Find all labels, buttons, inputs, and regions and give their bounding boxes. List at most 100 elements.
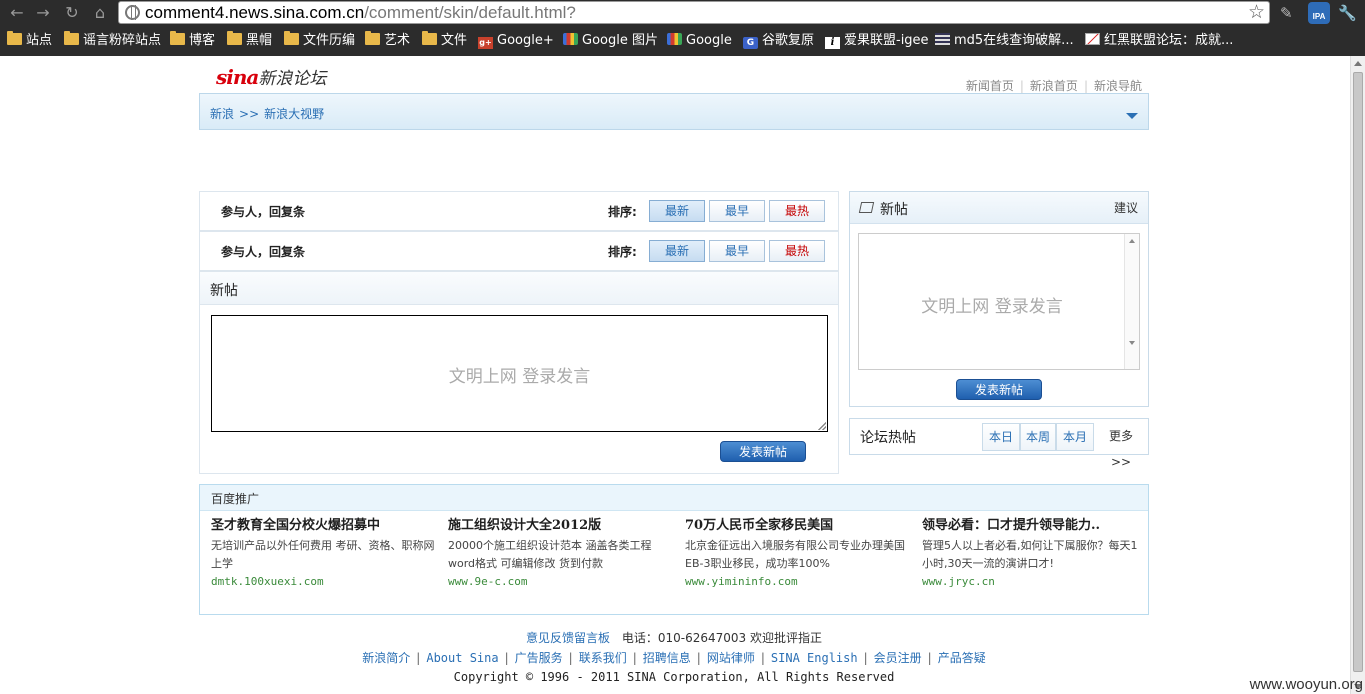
footer-link[interactable]: SINA English — [771, 651, 858, 665]
bookmark-item[interactable]: md5在线查询破解... — [935, 31, 1074, 51]
footer-link[interactable]: 新浪简介 — [362, 651, 410, 665]
watermark-text: www.wooyun.org — [1249, 676, 1363, 693]
wrench-icon[interactable]: 🔧 — [1338, 2, 1357, 24]
bookmark-item[interactable]: G 谷歌复原 — [743, 31, 814, 51]
forward-icon[interactable]: → — [32, 3, 54, 23]
sort-hottest-button[interactable]: 最热 — [769, 200, 825, 222]
browser-toolbar: ← → ↻ ⌂ comment4.news.sina.com.cn/commen… — [0, 0, 1365, 56]
feedback-link[interactable]: 意见反馈留言板 — [526, 631, 610, 645]
extension-pen-icon[interactable]: ✎ — [1280, 2, 1293, 24]
tab-month[interactable]: 本月 — [1056, 423, 1094, 451]
ad-title[interactable]: 70万人民币全家移民美国 — [685, 515, 910, 537]
more-hot-link[interactable]: 更多>> — [1100, 423, 1142, 469]
bookmark-item[interactable]: 文件 — [422, 31, 467, 51]
ad-item[interactable]: 圣才教育全国分校火爆招募中 无培训产品以外任何费用 考研、资格、职称网上学 dm… — [211, 515, 436, 591]
bookmark-item[interactable]: i 爱果联盟-igee — [825, 31, 929, 51]
bookmark-item[interactable]: Google — [667, 31, 732, 51]
logo-forum-text: 新浪论坛 — [258, 69, 327, 89]
scroll-up-icon[interactable] — [1354, 61, 1362, 66]
resize-grip-icon[interactable] — [818, 422, 826, 430]
folder-icon — [7, 31, 22, 45]
sort-newest-button[interactable]: 最新 — [649, 240, 705, 262]
bookmark-item[interactable]: 艺术 — [365, 31, 410, 51]
bookmark-star-icon[interactable]: ☆ — [1248, 2, 1265, 23]
address-bar[interactable]: comment4.news.sina.com.cn/comment/skin/d… — [118, 1, 1270, 24]
side-post-placeholder: 文明上网 登录发言 — [921, 297, 1063, 317]
bookmark-item[interactable]: 文件历编 — [284, 31, 355, 51]
bookmark-item[interactable]: 黑帽 — [227, 31, 272, 51]
side-post-header: 新帖 建议 — [850, 192, 1148, 224]
post-textarea[interactable]: 文明上网 登录发言 — [211, 315, 828, 432]
suggest-link[interactable]: 建议 — [1114, 199, 1138, 216]
side-submit-post-button[interactable]: 发表新帖 — [956, 379, 1042, 400]
side-post-textarea[interactable]: 文明上网 登录发言 — [858, 233, 1140, 370]
footer-link[interactable]: About Sina — [426, 651, 498, 665]
edit-icon — [858, 202, 875, 213]
ad-item[interactable]: 领导必看：口才提升领导能力.. 管理5人以上者必看,如何让下属服你？每天1小时,… — [922, 515, 1147, 591]
ad-url[interactable]: www.jryc.cn — [922, 573, 1147, 591]
sort-hottest-button[interactable]: 最热 — [769, 240, 825, 262]
url-path: /comment/skin/default.html? — [364, 3, 576, 22]
ad-url[interactable]: www.9e-c.com — [448, 573, 673, 591]
submit-post-button[interactable]: 发表新帖 — [720, 441, 806, 462]
ad-title[interactable]: 领导必看：口才提升领导能力.. — [922, 515, 1147, 537]
bookmark-item[interactable]: Google 图片 — [563, 31, 658, 51]
google-icon — [667, 33, 682, 45]
link-sina-home[interactable]: 新浪首页 — [1030, 79, 1078, 93]
home-icon[interactable]: ⌂ — [89, 3, 111, 23]
ipa-extension-icon[interactable]: IPA — [1308, 2, 1330, 24]
scroll-thumb[interactable] — [1353, 72, 1363, 672]
bookmark-label: 谣言粉碎站点 — [83, 33, 162, 48]
breadcrumb-channel[interactable]: 新浪大视野 — [264, 107, 324, 121]
sort-row: 参与人，回复条 排序: 最新 最早 最热 — [199, 191, 839, 231]
footer-link[interactable]: 网站律师 — [707, 651, 755, 665]
ad-url[interactable]: www.yimininfo.com — [685, 573, 910, 591]
footer-phone: 电话：010-62647003 欢迎批评指正 — [621, 631, 822, 645]
back-icon[interactable]: ← — [6, 3, 28, 23]
bookmark-label: 文件 — [441, 33, 468, 48]
footer-copyright: Copyright © 1996 - 2011 SINA Corporation… — [453, 670, 895, 684]
dropdown-triangle-icon[interactable] — [1126, 113, 1138, 119]
sina-forum-logo[interactable]: sina新浪论坛 — [216, 64, 326, 90]
bookmark-label: Google 图片 — [582, 33, 658, 48]
folder-icon — [422, 31, 437, 45]
tab-week[interactable]: 本周 — [1020, 423, 1056, 451]
textarea-scrollbar[interactable] — [1124, 234, 1139, 369]
ad-item[interactable]: 70万人民币全家移民美国 北京金征远出入境服务有限公司专业办理美国EB-3职业移… — [685, 515, 910, 591]
footer-link[interactable]: 会员注册 — [874, 651, 922, 665]
ad-item[interactable]: 施工组织设计大全2012版 20000个施工组织设计范本 涵盖各类工程word格… — [448, 515, 673, 591]
bookmark-item[interactable]: 站点 — [7, 31, 52, 51]
bookmark-item[interactable]: g+ Google+ — [478, 31, 554, 51]
footer-feedback: 意见反馈留言板 电话：010-62647003 欢迎批评指正 — [199, 629, 1149, 646]
link-news-home[interactable]: 新闻首页 — [966, 79, 1014, 93]
url-text[interactable]: comment4.news.sina.com.cn/comment/skin/d… — [145, 3, 576, 23]
link-sina-nav[interactable]: 新浪导航 — [1094, 79, 1142, 93]
sort-oldest-button[interactable]: 最早 — [709, 240, 765, 262]
bookmark-label: 文件历编 — [303, 33, 356, 48]
reload-icon[interactable]: ↻ — [61, 3, 83, 23]
bookmark-item[interactable]: 博客 — [170, 31, 215, 51]
ad-title[interactable]: 圣才教育全国分校火爆招募中 — [211, 515, 436, 537]
footer-link[interactable]: 产品答疑 — [938, 651, 986, 665]
footer-link[interactable]: 联系我们 — [579, 651, 627, 665]
breadcrumb-sina[interactable]: 新浪 — [210, 107, 234, 121]
bookmarks-bar: 站点 谣言粉碎站点 博客 黑帽 文件历编 艺术 文件 g+ Google+ Goo… — [0, 27, 1365, 54]
sort-oldest-button[interactable]: 最早 — [709, 200, 765, 222]
bookmark-label: 爱果联盟-igee — [844, 33, 929, 48]
breadcrumb: 新浪 >> 新浪大视野 — [199, 93, 1149, 130]
sort-newest-button[interactable]: 最新 — [649, 200, 705, 222]
bookmark-item[interactable]: 谣言粉碎站点 — [64, 31, 161, 51]
footer-link[interactable]: 广告服务 — [515, 651, 563, 665]
page-content: sina新浪论坛 新闻首页 | 新浪首页 | 新浪导航 新浪 >> 新浪大视野 参与人，回复… — [0, 56, 1350, 694]
ad-title[interactable]: 施工组织设计大全2012版 — [448, 515, 673, 537]
ad-url[interactable]: dmtk.100xuexi.com — [211, 573, 436, 591]
footer-link[interactable]: 招聘信息 — [643, 651, 691, 665]
page-scrollbar[interactable] — [1350, 56, 1365, 694]
new-post-panel: 新帖 文明上网 登录发言 发表新帖 — [199, 271, 839, 474]
sort-label: 排序: — [608, 205, 637, 219]
ad-description: 无培训产品以外任何费用 考研、资格、职称网上学 — [211, 539, 435, 570]
sort-row: 参与人，回复条 排序: 最新 最早 最热 — [199, 231, 839, 271]
bookmark-label: 谷歌复原 — [762, 33, 815, 48]
tab-today[interactable]: 本日 — [982, 423, 1020, 451]
bookmark-item[interactable]: 红黑联盟论坛：成就... — [1085, 31, 1233, 51]
